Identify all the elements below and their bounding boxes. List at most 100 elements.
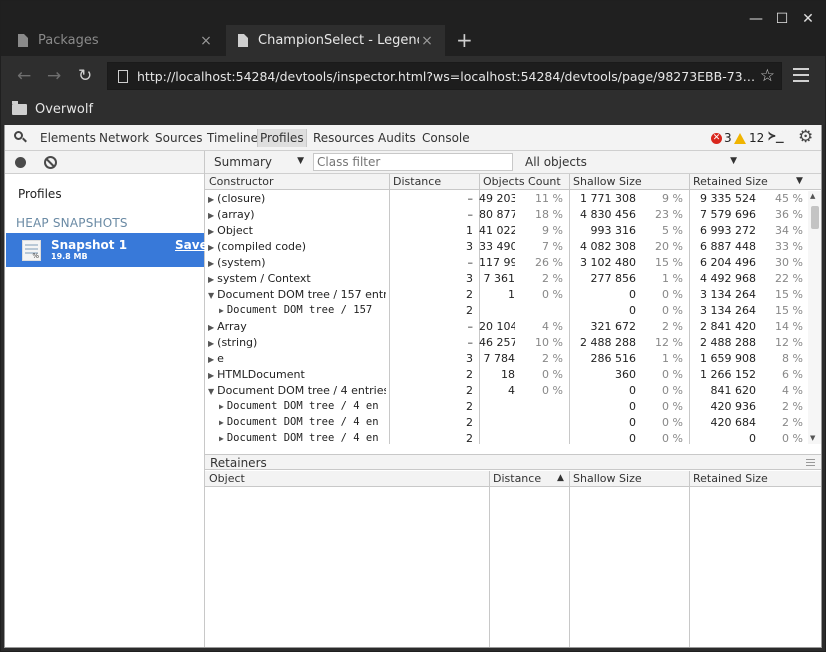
tab-packages[interactable]: Packages ×	[6, 25, 224, 56]
menu-icon[interactable]	[793, 68, 809, 86]
constructor-name: Object	[217, 224, 253, 237]
shallow-cell: 360	[615, 368, 636, 381]
col-distance[interactable]: Distance	[393, 175, 441, 188]
shallow-pct-cell: 23 %	[655, 208, 683, 221]
count-pct-cell: 9 %	[542, 224, 563, 237]
collapsed-triangle-icon[interactable]: ▶	[208, 339, 214, 348]
count-pct-cell: 18 %	[535, 208, 563, 221]
tab-audits[interactable]: Audits	[378, 131, 416, 145]
table-row[interactable]: ▶ HTMLDocument 2 18 0 % 360 0 % 1 266 152 6 %	[205, 367, 808, 383]
constructor-name: Document DOM tree / 157	[226, 304, 373, 316]
tab-championselect[interactable]: ChampionSelect - Legend... ×	[226, 25, 445, 56]
table-row[interactable]: ▼ Document DOM tree / 4 entries 2 4 0 % 0 0 % 8…	[205, 383, 808, 399]
minimize-button[interactable]: —	[747, 11, 765, 27]
collapsed-triangle-icon[interactable]: ▶	[219, 434, 224, 443]
forward-arrow-icon[interactable]: →	[47, 66, 61, 86]
tab-title: Packages	[38, 33, 99, 48]
col-objects-count[interactable]: Objects Count	[483, 175, 561, 188]
error-count[interactable]: ✕ 3	[711, 131, 732, 145]
col-retained-size[interactable]: Retained Size	[693, 472, 768, 485]
count-cell: 117 998	[479, 256, 515, 269]
grid-scrollbar[interactable]: ▲ ▼	[808, 191, 821, 444]
tab-elements[interactable]: Elements	[40, 131, 96, 145]
table-row[interactable]: ▶ (string) –46 257 10 % 2 488 288 12 % 2 488 2…	[205, 335, 808, 351]
collapsed-triangle-icon[interactable]: ▶	[208, 195, 214, 204]
object-filter-select[interactable]: All objects ▼	[525, 155, 737, 169]
constructor-cell: ▶ (array)	[208, 208, 386, 221]
tab-console[interactable]: Console	[422, 131, 470, 145]
expanded-triangle-icon[interactable]: ▼	[208, 291, 214, 300]
close-tab-icon[interactable]: ×	[419, 33, 435, 49]
distance-cell: 2	[466, 432, 473, 444]
table-row[interactable]: ▶(system) –117 998 26 % 3 102 480 15 % 6 204 …	[205, 255, 808, 271]
clear-profiles-button[interactable]	[44, 156, 57, 169]
retainers-header[interactable]: Retainers	[205, 454, 821, 470]
tab-profiles[interactable]: Profiles	[257, 129, 307, 147]
collapsed-triangle-icon[interactable]: ▶	[208, 243, 214, 252]
collapsed-triangle-icon[interactable]: ▶	[219, 306, 224, 315]
reload-icon[interactable]: ↻	[78, 66, 92, 86]
table-row[interactable]: ▼ Document DOM tree / 157 entri... 2 1 0 % 0 0…	[205, 287, 808, 303]
snapshot-item[interactable]: % Snapshot 1 19.8 MB Save	[6, 233, 208, 267]
col-constructor[interactable]: Constructor	[209, 175, 274, 188]
table-row[interactable]: ▶ Document DOM tree / 157 2 0 0 % 3 134 264 15…	[205, 303, 808, 319]
bookmark-star-icon[interactable]: ☆	[760, 66, 775, 86]
constructor-cell: ▶ HTMLDocument	[208, 368, 386, 381]
collapsed-triangle-icon[interactable]: ▶	[219, 402, 224, 411]
view-select[interactable]: Summary ▼	[214, 155, 304, 169]
warning-count[interactable]: 12	[734, 131, 764, 145]
profiles-heading[interactable]: Profiles	[18, 187, 62, 201]
close-tab-icon[interactable]: ×	[198, 33, 214, 49]
table-row[interactable]: ▶ Document DOM tree / 4 en 2 0 0 % 0 0 %	[205, 431, 808, 444]
distance-cell: 3	[466, 272, 473, 285]
collapsed-triangle-icon[interactable]: ▶	[208, 323, 214, 332]
class-filter-input[interactable]	[313, 153, 513, 171]
table-row[interactable]: ▶ e 3 7 784 2 % 286 516 1 % 1 659 908 8 %	[205, 351, 808, 367]
record-heap-snapshot-button[interactable]	[15, 157, 26, 168]
search-icon[interactable]	[14, 131, 27, 143]
table-row[interactable]: ▶ (compiled code) 3 33 490 7 % 4 082 308 20 % 6…	[205, 239, 808, 255]
table-row[interactable]: ▶ (closure) –49 203 11 % 1 771 308 9 % 9 335 5…	[205, 191, 808, 207]
collapsed-triangle-icon[interactable]: ▶	[208, 211, 214, 220]
table-row[interactable]: ▶ Object 1 41 022 9 % 993 316 5 % 6 993 272 34 %	[205, 223, 808, 239]
new-tab-button[interactable]: +	[456, 29, 473, 51]
page-info-icon[interactable]	[118, 70, 128, 83]
tab-network[interactable]: Network	[99, 131, 149, 145]
collapsed-triangle-icon[interactable]: ▶	[208, 259, 214, 268]
col-distance[interactable]: Distance	[493, 472, 541, 485]
table-row[interactable]: ▶ (array) –80 877 18 % 4 830 456 23 % 7 579 69…	[205, 207, 808, 223]
col-object[interactable]: Object	[209, 472, 245, 485]
col-shallow-size[interactable]: Shallow Size	[573, 472, 642, 485]
tab-resources[interactable]: Resources	[313, 131, 374, 145]
bookmark-folder-overwolf[interactable]: Overwolf	[12, 101, 93, 117]
scroll-down-icon[interactable]: ▼	[810, 434, 815, 442]
tab-sources[interactable]: Sources	[155, 131, 202, 145]
save-snapshot-link[interactable]: Save	[175, 238, 208, 252]
scrollbar-thumb[interactable]	[811, 206, 819, 229]
retained-pct-cell: 2 %	[782, 416, 803, 429]
col-shallow-size[interactable]: Shallow Size	[573, 175, 642, 188]
retained-cell: 2 841 420	[700, 320, 756, 333]
resize-grip-icon[interactable]	[806, 459, 815, 468]
collapsed-triangle-icon[interactable]: ▶	[208, 371, 214, 380]
collapsed-triangle-icon[interactable]: ▶	[208, 355, 214, 364]
collapsed-triangle-icon[interactable]: ▶	[208, 227, 214, 236]
collapsed-triangle-icon[interactable]: ▶	[208, 275, 214, 284]
expanded-triangle-icon[interactable]: ▼	[208, 387, 214, 396]
address-bar[interactable]: http://localhost:54284/devtools/inspecto…	[107, 62, 782, 90]
table-row[interactable]: ▶ system / Context 3 7 361 2 % 277 856 1 % 4 49…	[205, 271, 808, 287]
table-row[interactable]: ▶ Document DOM tree / 4 en 2 0 0 % 420 936 2 %	[205, 399, 808, 415]
close-window-button[interactable]: ✕	[799, 11, 817, 27]
gear-icon[interactable]: ⚙	[798, 127, 813, 147]
tab-timeline[interactable]: Timeline	[207, 131, 258, 145]
table-row[interactable]: ▶ Array –20 104 4 % 321 672 2 % 2 841 420 14 %	[205, 319, 808, 335]
url-text[interactable]: http://localhost:54284/devtools/inspecto…	[137, 69, 757, 84]
console-drawer-icon[interactable]: ≻_	[768, 129, 784, 144]
constructor-cell: ▶ Document DOM tree / 4 en	[219, 416, 387, 428]
col-retained-size[interactable]: Retained Size	[693, 175, 768, 188]
back-arrow-icon[interactable]: ←	[17, 66, 31, 86]
scroll-up-icon[interactable]: ▲	[810, 192, 815, 200]
maximize-button[interactable]: ☐	[773, 11, 791, 27]
collapsed-triangle-icon[interactable]: ▶	[219, 418, 224, 427]
table-row[interactable]: ▶ Document DOM tree / 4 en 2 0 0 % 420 684 2 %	[205, 415, 808, 431]
